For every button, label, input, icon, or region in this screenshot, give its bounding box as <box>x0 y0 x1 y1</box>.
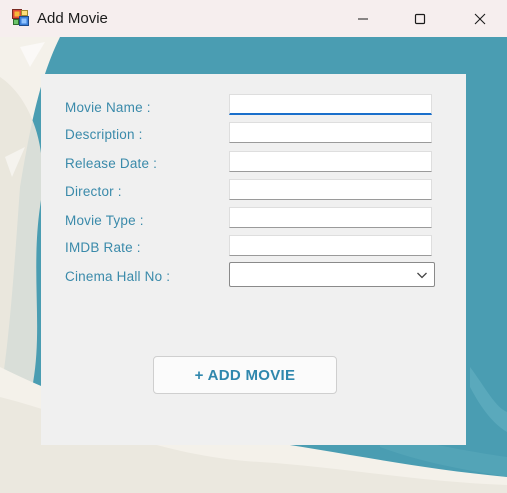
movie-type-label: Movie Type : <box>65 213 144 228</box>
description-input[interactable] <box>229 122 432 143</box>
cinema-hall-select[interactable] <box>229 262 435 287</box>
app-icon <box>12 9 29 26</box>
chevron-down-icon <box>417 272 427 279</box>
movie-name-input[interactable] <box>229 94 432 115</box>
imdb-rate-label: IMDB Rate : <box>65 240 141 255</box>
movie-name-label: Movie Name : <box>65 100 151 115</box>
imdb-rate-input[interactable] <box>229 235 432 256</box>
cinema-hall-label: Cinema Hall No : <box>65 269 171 284</box>
director-input[interactable] <box>229 179 432 200</box>
movie-type-input[interactable] <box>229 207 432 228</box>
description-label: Description : <box>65 127 143 142</box>
add-movie-button[interactable]: + ADD MOVIE <box>153 356 337 394</box>
director-label: Director : <box>65 184 122 199</box>
title-bar[interactable]: Add Movie <box>0 0 507 37</box>
close-button[interactable] <box>457 0 503 37</box>
maximize-button[interactable] <box>397 0 443 37</box>
minimize-button[interactable] <box>340 0 386 37</box>
maximize-icon <box>414 13 426 24</box>
window-title: Add Movie <box>37 10 108 27</box>
form-panel: Movie Name : Description : Release Date … <box>41 74 466 445</box>
release-date-input[interactable] <box>229 151 432 172</box>
release-date-label: Release Date : <box>65 156 158 171</box>
add-movie-window: Add Movie Movie Name : Description: Rel… <box>0 0 507 493</box>
minimize-icon <box>358 18 368 19</box>
close-icon <box>474 13 486 24</box>
